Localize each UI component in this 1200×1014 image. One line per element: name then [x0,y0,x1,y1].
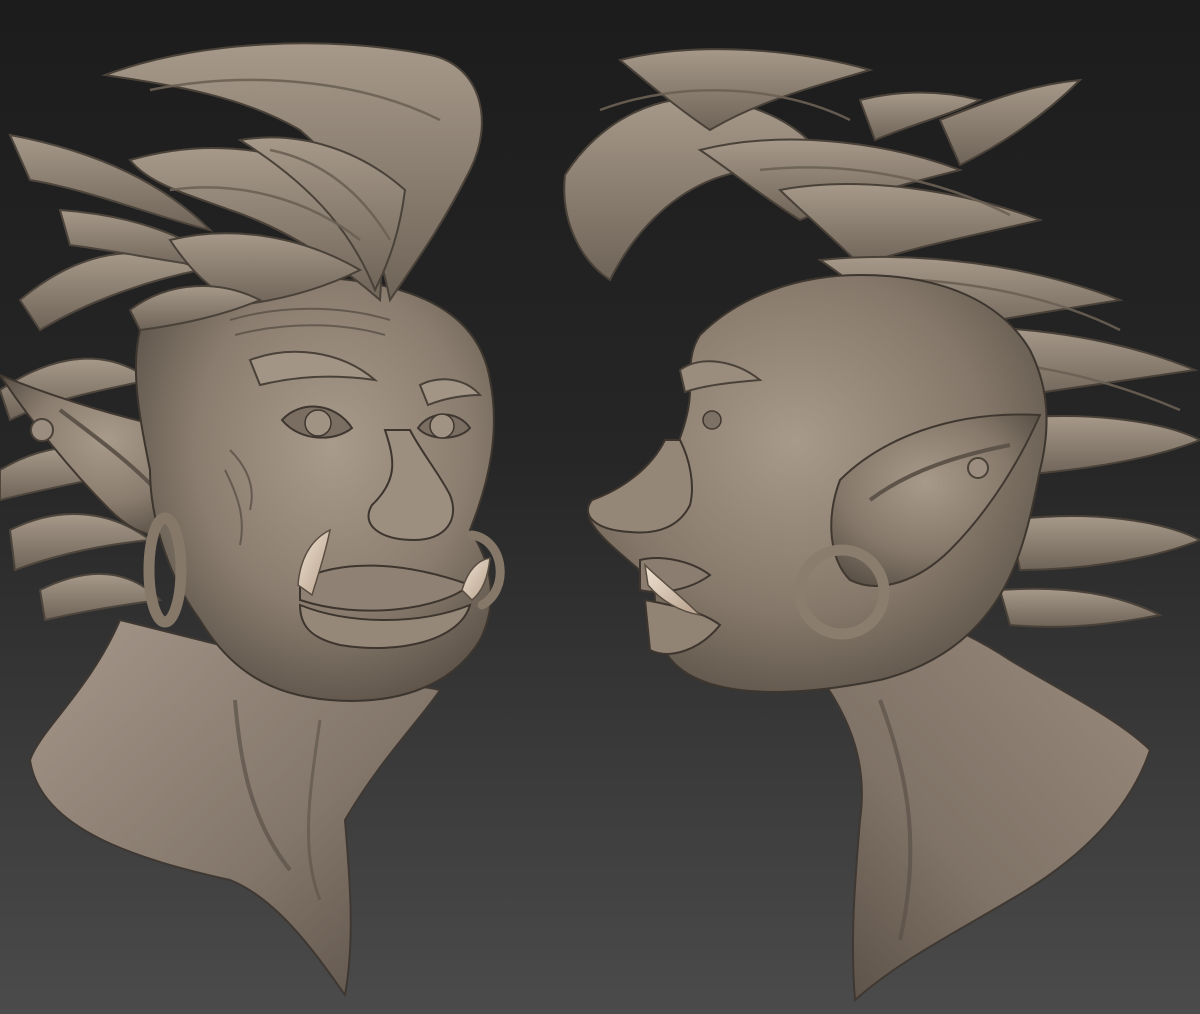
eye-profile [702,410,722,430]
ear-stud-profile [967,457,989,479]
sculpt-viewport[interactable] [0,0,1200,1014]
render-canvas [0,0,1200,1014]
ear-stud-left [30,418,54,442]
